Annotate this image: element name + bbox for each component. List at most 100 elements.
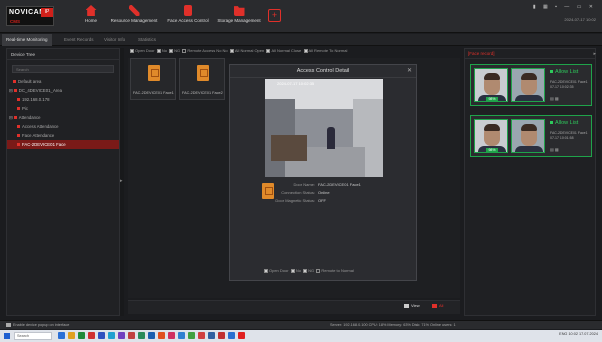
tree-item[interactable]: 192.168.0.178 xyxy=(7,95,119,104)
details-icon[interactable]: ▤ xyxy=(550,147,554,152)
taskbar-app-icon[interactable] xyxy=(188,332,195,339)
add-tab-button[interactable]: + xyxy=(268,9,281,22)
nav-home-label: Home xyxy=(84,18,97,23)
taskbar-app-icon[interactable] xyxy=(128,332,135,339)
filter-normal-close[interactable]: All Normal Close xyxy=(266,48,301,53)
action-open-door[interactable]: Open Door xyxy=(264,268,289,273)
record-actions: ▤ ▦ xyxy=(550,96,559,101)
checkbox-icon xyxy=(264,268,268,273)
taskbar-app-icon[interactable] xyxy=(168,332,175,339)
face-record-card[interactable]: 98% Allow List FAC-2DEVICE01 Face1 07-17… xyxy=(470,64,592,106)
tab-event-records[interactable]: Event Records xyxy=(60,34,98,46)
filter-normal-open[interactable]: All Normal Open xyxy=(229,48,264,53)
taskbar-app-icon[interactable] xyxy=(78,332,85,339)
record-time: 07-17 10:01:58 xyxy=(550,136,574,140)
taskbar-search-input[interactable]: Search xyxy=(14,332,52,340)
record-time: 07-17 10:02:35 xyxy=(550,85,574,89)
action-no[interactable]: No xyxy=(290,268,301,273)
taskbar-app-icon[interactable] xyxy=(88,332,95,339)
tree-item[interactable]: ⊟ DC_4DEVICE01_Area xyxy=(7,86,119,95)
record-info: FAC-2DEVICE01 Face1 07-17 10:02:35 xyxy=(550,80,588,90)
collapse-arrow-icon[interactable]: ▸ xyxy=(120,178,123,184)
nav-resource-management[interactable]: Resource Management xyxy=(108,5,160,29)
door-thumbnail[interactable]: FAC-2DEVICE01 Face2 xyxy=(179,58,225,100)
device-icon xyxy=(17,134,20,138)
node-icon xyxy=(13,89,17,93)
action-remote-normal[interactable]: Remote to Normal xyxy=(316,268,354,273)
face-record-card[interactable]: 98% Allow List FAC-2DEVICE01 Face1 07-17… xyxy=(470,115,592,157)
dialog-actions: Open Door No NG Remote to Normal xyxy=(264,268,354,273)
tab-real-time-monitoring[interactable]: Real-time Monitoring xyxy=(2,34,52,46)
taskbar-app-icon[interactable] xyxy=(138,332,145,339)
taskbar-app-icon[interactable] xyxy=(68,332,75,339)
nav-storage-management[interactable]: Storage Management xyxy=(214,5,264,29)
checkbox-icon xyxy=(156,48,161,53)
windows-start-icon[interactable] xyxy=(4,333,10,339)
details-icon[interactable]: ▤ xyxy=(550,96,554,101)
status-message[interactable]: Enable device popup on interface xyxy=(6,323,69,327)
system-info: Server: 192.168.0.100 CPU: 18% Memory: 6… xyxy=(330,323,456,327)
all-button[interactable]: All xyxy=(432,303,443,308)
home-icon xyxy=(85,5,97,16)
similarity-badge: 98% xyxy=(486,97,498,101)
sub-tabs: Real-time Monitoring Event Records Visit… xyxy=(0,34,602,46)
device-icon xyxy=(17,98,20,102)
taskbar-app-icon[interactable] xyxy=(58,332,65,339)
device-tree-search-input[interactable]: Search xyxy=(12,65,114,73)
taskbar-app-icon[interactable] xyxy=(108,332,115,339)
filter-no[interactable]: No xyxy=(156,48,167,53)
nav-home[interactable]: Home xyxy=(80,5,102,29)
taskbar-app-icon[interactable] xyxy=(198,332,205,339)
door-icon xyxy=(184,5,192,16)
taskbar-app-icon[interactable] xyxy=(98,332,105,339)
tree-item-selected[interactable]: FAC-2DEVICE01 Face xyxy=(7,140,119,149)
view-icon xyxy=(404,303,409,308)
app-logo: NOVICAM IP CMS xyxy=(6,6,54,26)
system-tray[interactable]: ENG 10:02 17.07.2024 xyxy=(559,332,598,336)
filter-ng[interactable]: NG xyxy=(169,48,180,53)
action-ng[interactable]: NG xyxy=(303,268,314,273)
panel-splitter[interactable]: ▸ xyxy=(120,48,124,316)
tree-item[interactable]: Pic xyxy=(7,104,119,113)
view-button[interactable]: View xyxy=(404,303,420,308)
taskbar-app-icon[interactable] xyxy=(118,332,125,339)
taskbar-app-icon[interactable] xyxy=(158,332,165,339)
device-icon xyxy=(17,143,20,147)
nav-face-access-control-label: Face Access Control xyxy=(167,18,209,23)
filter-remote-normal[interactable]: All Remote To Normal xyxy=(303,48,347,53)
tree-item[interactable]: ⊟ Attendance xyxy=(7,113,119,122)
logo-sub: CMS xyxy=(10,19,20,24)
window-controls[interactable]: ▮ ▦ ▪ — ▭ ✕ xyxy=(533,4,596,10)
event-filters: Open Door No NG Remote Access No No All … xyxy=(130,48,460,57)
tree-item[interactable]: Access Attendance xyxy=(7,122,119,131)
taskbar-app-icon[interactable] xyxy=(148,332,155,339)
checkbox-icon xyxy=(130,48,134,53)
taskbar-app-icon[interactable] xyxy=(238,332,245,339)
close-icon[interactable]: ✕ xyxy=(407,67,412,74)
tools-icon xyxy=(128,5,140,16)
export-icon[interactable]: ▦ xyxy=(555,96,559,101)
filter-open-door[interactable]: Open Door xyxy=(130,48,155,53)
popup-icon xyxy=(6,323,11,327)
taskbar-app-icon[interactable] xyxy=(228,332,235,339)
face-record-title: [Face record] xyxy=(465,49,595,59)
tree-item[interactable]: Default area xyxy=(7,77,119,86)
filter-remote-access[interactable]: Remote Access No No xyxy=(182,48,228,53)
access-control-detail-dialog: Access Control Detail ✕ 2024-07-17 10:02… xyxy=(229,64,417,281)
folder-icon xyxy=(233,6,245,16)
export-icon[interactable]: ▦ xyxy=(555,147,559,152)
taskbar-app-icon[interactable] xyxy=(218,332,225,339)
enrolled-face xyxy=(511,68,545,102)
checkbox-icon xyxy=(266,48,271,53)
tab-visitor-info[interactable]: Visitor Info xyxy=(100,34,129,46)
expand-arrow-icon[interactable]: ▸ xyxy=(593,51,596,57)
tab-statistics[interactable]: Statistics xyxy=(134,34,160,46)
tree-item[interactable]: Face Attendance xyxy=(7,131,119,140)
captured-face: 98% xyxy=(474,68,508,102)
nav-face-access-control[interactable]: Face Access Control xyxy=(164,5,212,29)
record-actions: ▤ ▦ xyxy=(550,147,559,152)
door-thumbnail[interactable]: FAC-2DEVICE01 Face1 xyxy=(130,58,176,100)
taskbar-app-icon[interactable] xyxy=(208,332,215,339)
taskbar-app-icon[interactable] xyxy=(178,332,185,339)
enrolled-face-hair xyxy=(521,73,537,80)
